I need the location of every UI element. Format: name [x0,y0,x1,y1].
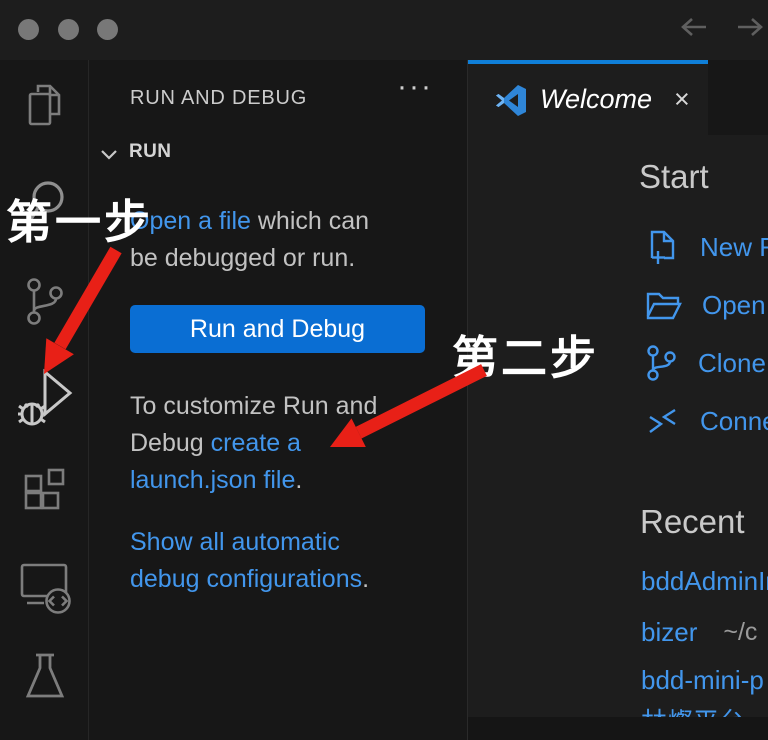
window-minimize-button[interactable] [58,19,79,40]
start-item-label: Open. [702,290,768,321]
window-zoom-button[interactable] [97,19,118,40]
extensions-icon[interactable] [0,466,89,518]
start-item-open[interactable]: Open. [644,286,768,324]
tab-title: Welcome [540,84,652,115]
tab-bar: Welcome × [468,60,768,135]
run-section-header[interactable]: RUN [129,141,171,163]
customize-text: To customize Run and Debug create a laun… [130,388,440,499]
chevron-down-icon[interactable] [100,149,118,160]
new-file-icon [644,228,680,266]
title-bar [0,0,768,60]
start-item-connect[interactable]: Conne [644,402,768,440]
source-control-icon[interactable] [0,276,89,328]
show-auto-text: Show all automatic debug configurations. [130,524,440,598]
testing-icon[interactable] [0,650,89,704]
run-intro-text: Open a file which can be debugged or run… [130,203,410,277]
window-bottom-edge [468,717,768,740]
explorer-icon[interactable] [0,80,89,130]
remote-connect-icon [644,406,680,436]
editor-area: Welcome × Start New F Open. [467,60,768,740]
start-item-new-file[interactable]: New F [644,228,768,266]
navigate-forward-icon[interactable] [734,14,766,40]
step1-annotation: 第一步 [6,186,153,252]
start-heading: Start [639,158,709,196]
window-close-button[interactable] [18,19,39,40]
run-and-debug-button[interactable]: Run and Debug [130,305,425,353]
start-item-label: Clone [698,348,766,379]
vscode-window: RUN AND DEBUG ··· RUN Open a file which … [0,0,768,740]
recent-item[interactable]: bddAdminIn [641,564,768,598]
launch-json-file-link[interactable]: launch.json file [130,466,295,494]
more-actions-icon[interactable]: ··· [397,72,433,102]
step2-annotation: 第二步 [452,322,599,388]
recent-item[interactable]: bizer ~/c [641,615,757,649]
debug-configurations-link[interactable]: debug configurations [130,565,362,593]
tab-close-icon[interactable]: × [674,86,690,113]
vscode-logo-icon [494,83,528,117]
panel-title: RUN AND DEBUG [130,87,307,110]
open-folder-icon [644,288,682,322]
run-and-debug-panel: RUN AND DEBUG ··· RUN Open a file which … [89,60,467,740]
show-all-automatic-link[interactable]: Show all automatic [130,524,440,561]
navigate-back-icon[interactable] [678,14,710,40]
start-item-label: Conne [700,406,768,437]
activity-bar [0,60,89,740]
git-clone-icon [644,344,678,382]
start-item-clone[interactable]: Clone [644,344,766,382]
run-and-debug-icon[interactable] [0,366,89,432]
tab-welcome[interactable]: Welcome × [468,60,708,135]
recent-item[interactable]: bdd-mini-p [641,663,768,697]
start-item-label: New F [700,232,768,263]
remote-explorer-icon[interactable] [0,558,89,614]
recent-heading: Recent [640,503,745,541]
create-launch-json-link[interactable]: create a [211,429,301,457]
